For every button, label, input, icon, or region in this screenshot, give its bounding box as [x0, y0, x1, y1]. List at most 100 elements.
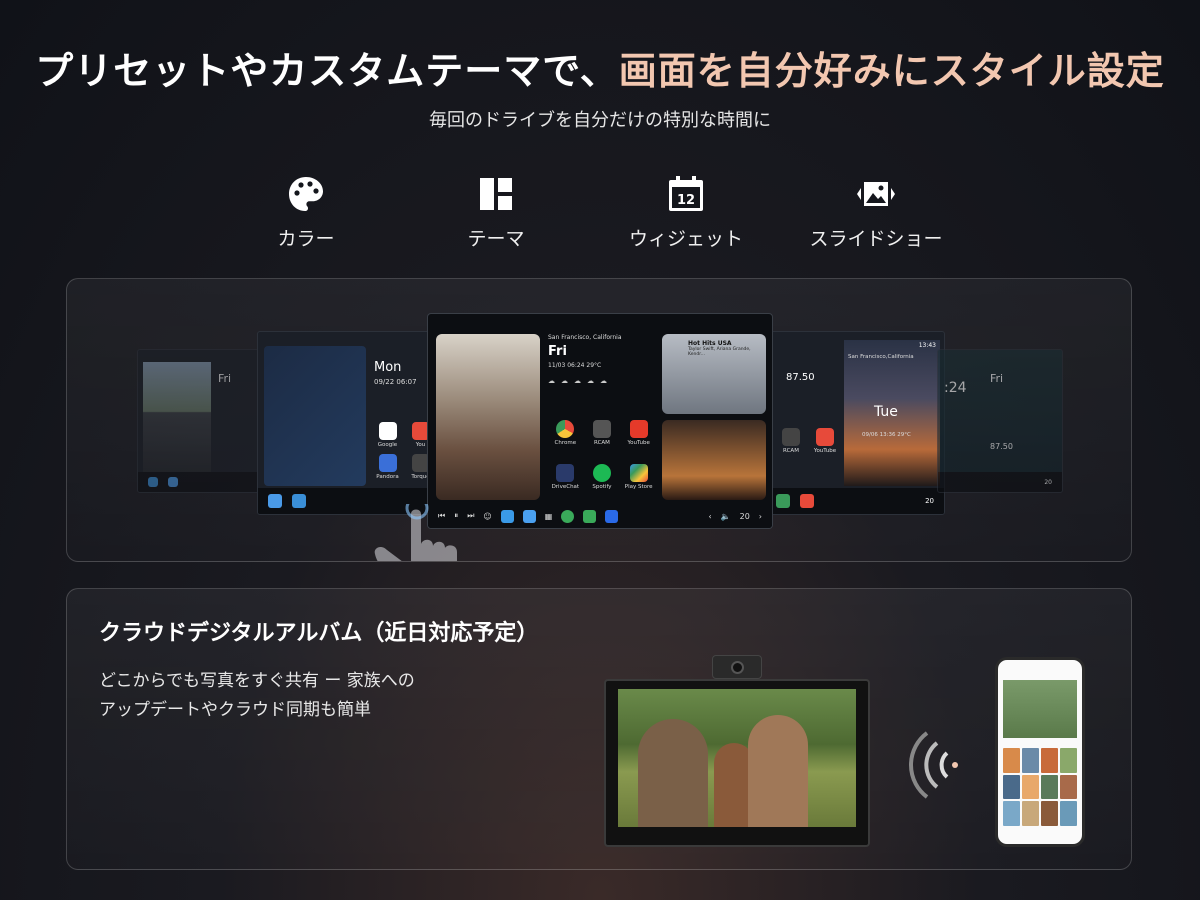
volume-level: 20 — [739, 511, 750, 521]
carousel-screen-far-left[interactable]: Fri — [137, 349, 267, 493]
forecast-row: ☁ ☁ ☁ ☁ ☁ — [548, 377, 656, 385]
apps-grid-icon[interactable]: ▦ — [545, 512, 553, 521]
app-pandora[interactable]: Pandora — [374, 454, 401, 480]
slideshow-photo — [436, 334, 540, 500]
carousel-screen-far-right[interactable]: :24 Fri 87.50 20 — [937, 349, 1063, 493]
album-title: クラウドデジタルアルバム（近日対応予定） — [99, 621, 539, 646]
drivechat-icon — [556, 464, 575, 482]
dock-app-icon — [268, 494, 282, 508]
chevron-right-icon[interactable]: › — [759, 512, 762, 521]
phone-photo — [1003, 680, 1077, 738]
cloud-icon: ☁ — [587, 377, 594, 385]
music-widget[interactable]: Hot Hits USA Taylor Swift, Ariana Grande… — [662, 334, 766, 414]
dock-app-icon — [292, 494, 306, 508]
screen-dock: 20 — [766, 488, 944, 514]
app-drivechat[interactable]: DriveChat — [548, 464, 583, 504]
display-frame — [604, 679, 870, 847]
app-grid: RCAM YouTube — [776, 428, 840, 454]
cloud-icon: ☁ — [561, 377, 568, 385]
chevron-left-icon[interactable]: ‹ — [708, 512, 711, 521]
smartphone — [995, 657, 1085, 847]
carousel-screen-right[interactable]: 87.50 13:43 San Francisco,California Tue… — [765, 331, 945, 515]
cloud-icon: ☁ — [548, 377, 555, 385]
weather-date: 11/03 06:24 29°C — [548, 362, 602, 369]
youtube-icon — [629, 420, 648, 438]
youtube-icon — [816, 428, 834, 446]
dock-app-icon — [800, 494, 814, 508]
screen-day: Fri — [990, 372, 1004, 385]
volume-level: 20 — [925, 497, 934, 505]
family-photo — [618, 689, 856, 827]
carousel-screen-left[interactable]: Mon 09/22 06:07 Google You Pandora Torqu… — [257, 331, 437, 515]
phone-photo-grid — [1003, 748, 1077, 826]
feature-slideshow: スライドショー — [796, 174, 956, 251]
pointing-hand-icon — [374, 504, 457, 561]
app-rcam[interactable]: RCAM — [776, 428, 806, 454]
calendar-icon: 12 — [669, 176, 703, 211]
screen-day: Fri — [218, 372, 232, 385]
palette-icon — [289, 177, 323, 211]
wireless-signal-icon — [909, 731, 958, 799]
clock-widget: :24 — [944, 380, 967, 396]
carousel-screen-main[interactable]: San Francisco, California Fri 11/03 06:2… — [427, 313, 773, 529]
headline-accent: 画面を自分好みにスタイル設定 — [618, 49, 1165, 93]
dock-app-icon[interactable] — [605, 509, 619, 523]
app-rcam[interactable]: RCAM — [585, 420, 620, 460]
app-spotify[interactable]: Spotify — [585, 464, 620, 504]
page-subhead: 毎回のドライブを自分だけの特別な時間に — [429, 110, 771, 131]
chrome-icon — [556, 420, 575, 438]
screen-photo — [143, 362, 211, 472]
feature-label: ウィジェット — [628, 228, 743, 250]
feature-theme: テーマ — [416, 174, 576, 251]
feature-label: テーマ — [467, 228, 525, 250]
camera-icon — [592, 420, 611, 438]
feature-label: スライドショー — [809, 228, 943, 250]
spotify-icon — [592, 464, 611, 482]
dock-app-icon — [168, 477, 178, 487]
status-time: 13:43 — [918, 342, 936, 349]
app-play-store[interactable]: Play Store — [621, 464, 656, 504]
weather-day: Fri — [548, 344, 567, 359]
radio-frequency: 87.50 — [990, 442, 1013, 451]
layout-icon — [480, 178, 512, 210]
screen-dock: 20 — [938, 472, 1062, 492]
weather-city: San Francisco,California — [848, 354, 914, 360]
music-subtitle: Taylor Swift, Ariana Grande, Kendr... — [688, 347, 751, 357]
dock-app-icon — [148, 477, 158, 487]
dock-app-icon — [776, 494, 790, 508]
volume-icon[interactable]: 🔈 — [721, 512, 731, 521]
cloud-icon: ☁ — [574, 377, 581, 385]
app-grid: Google You Pandora Torque — [374, 422, 434, 480]
page-headline: プリセットやカスタムテーマで、画面を自分好みにスタイル設定 — [0, 40, 1200, 95]
app-youtube[interactable]: YouTube — [810, 428, 840, 454]
dock-app-icon[interactable] — [561, 509, 575, 523]
dash-camera — [712, 655, 762, 679]
pandora-icon — [378, 454, 397, 472]
weather-city: San Francisco, California — [548, 334, 622, 341]
play-store-icon — [629, 464, 648, 482]
weather-date: 09/06 13:36 29°C — [862, 432, 911, 438]
dock-app-icon[interactable] — [583, 509, 597, 523]
album-line2: アップデートやクラウド同期も簡単 — [99, 700, 371, 720]
app-google[interactable]: Google — [374, 422, 401, 448]
feature-color: カラー — [226, 174, 386, 251]
weather-widget: 13:43 San Francisco,California Tue 09/06… — [844, 340, 940, 486]
cloud-album-panel: クラウドデジタルアルバム（近日対応予定） どこからでも写真をすぐ共有 ー 家族へ… — [66, 588, 1132, 870]
screen-dock — [138, 472, 266, 492]
radio-frequency: 87.50 — [786, 372, 815, 383]
theme-carousel-panel: Fri Mon 09/22 06:07 Google You Pandora T… — [66, 278, 1132, 562]
google-icon — [378, 422, 397, 440]
app-grid: Chrome RCAM YouTube DriveChat Spotify Pl… — [548, 420, 656, 504]
music-title: Hot Hits USA — [688, 340, 732, 347]
camera-lens-icon — [731, 661, 744, 674]
album-line1: どこからでも写真をすぐ共有 ー 家族への — [99, 671, 415, 691]
dock-app-icon[interactable] — [522, 509, 536, 523]
volume-level: 20 — [1044, 478, 1052, 486]
app-youtube[interactable]: YouTube — [621, 420, 656, 460]
app-chrome[interactable]: Chrome — [548, 420, 583, 460]
slideshow-icon — [857, 182, 895, 206]
cloud-icon: ☁ — [600, 377, 607, 385]
headline-part1: プリセットやカスタムテーマで、 — [35, 49, 619, 93]
dock-app-icon[interactable] — [500, 509, 514, 523]
screen-day: Mon — [374, 360, 402, 375]
